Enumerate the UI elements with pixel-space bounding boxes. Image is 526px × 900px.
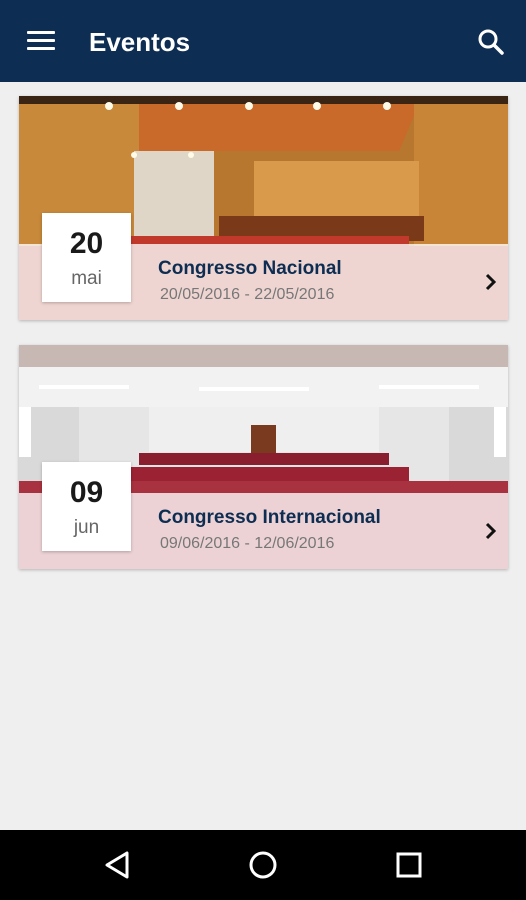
search-icon	[478, 29, 504, 55]
system-nav-bar	[0, 830, 526, 900]
recents-square-icon	[396, 852, 422, 878]
event-date-badge: 20 mai	[42, 213, 131, 302]
page-title: Eventos	[89, 27, 191, 57]
event-name: Congresso Internacional	[158, 507, 381, 528]
event-card[interactable]: 20 mai Congresso Nacional 20/05/2016 - 2…	[19, 96, 508, 320]
event-date-range: 09/06/2016 - 12/06/2016	[160, 535, 335, 552]
event-name: Congresso Nacional	[158, 258, 342, 279]
app-bar: Eventos	[0, 0, 526, 82]
chevron-right-icon	[485, 522, 497, 540]
home-circle-icon	[249, 851, 277, 879]
event-date-badge: 09 jun	[42, 462, 131, 551]
event-day: 20	[69, 227, 104, 260]
recents-button[interactable]	[389, 845, 429, 885]
home-button[interactable]	[243, 845, 283, 885]
menu-button[interactable]	[16, 21, 66, 61]
back-button[interactable]	[97, 845, 137, 885]
back-triangle-icon	[105, 851, 129, 879]
event-month: jun	[73, 517, 100, 538]
search-button[interactable]	[466, 21, 514, 61]
event-month: mai	[71, 268, 102, 289]
event-day: 09	[69, 476, 104, 509]
chevron-right-icon	[485, 273, 497, 291]
event-card[interactable]: 09 jun Congresso Internacional 09/06/201…	[19, 345, 508, 569]
event-date-range: 20/05/2016 - 22/05/2016	[160, 286, 335, 303]
